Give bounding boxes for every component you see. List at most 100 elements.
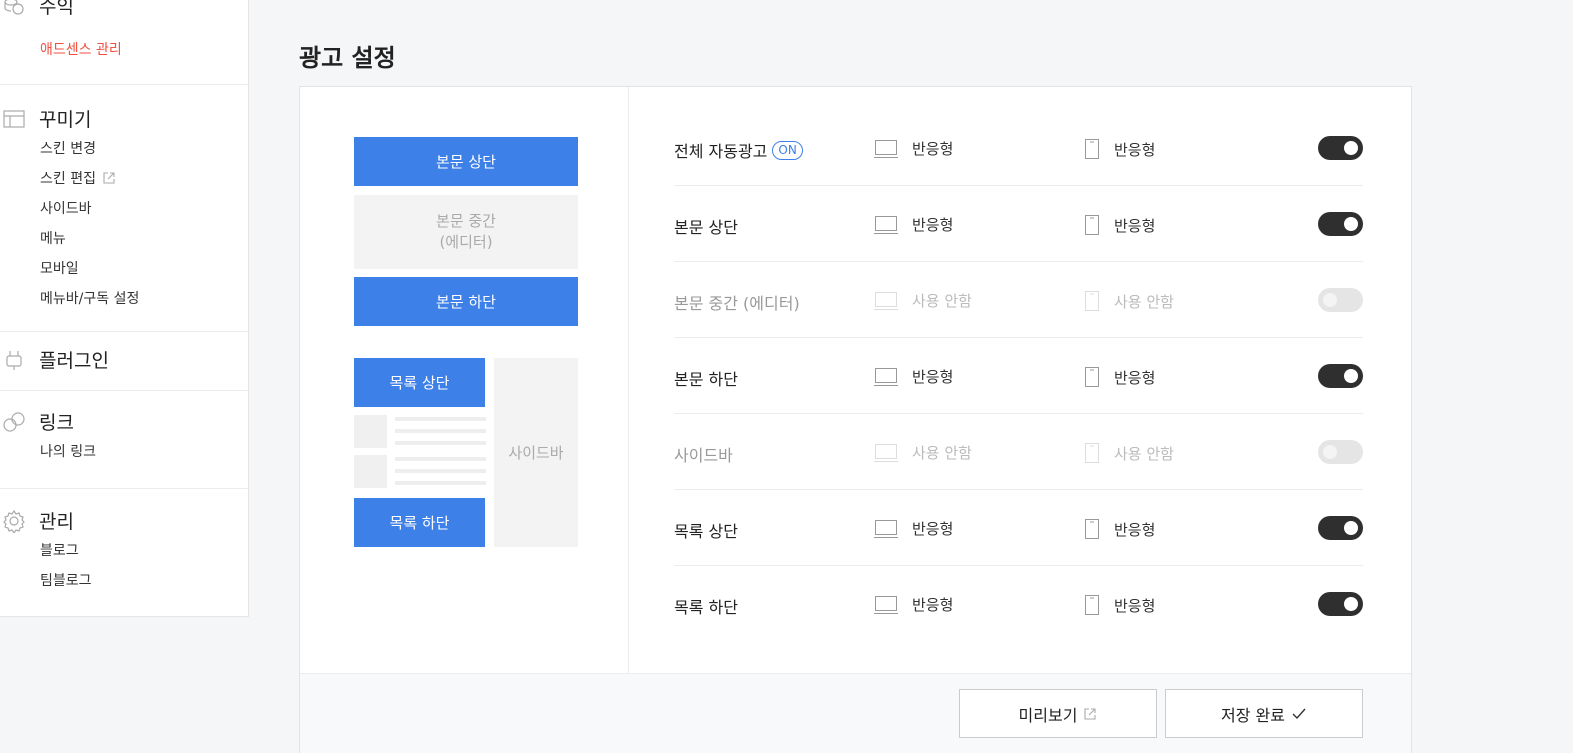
desktop-icon [874,595,898,614]
pc-ad-type-select[interactable]: 사용 안함 [874,290,972,311]
ad-setting-label: 본문 상단 [674,214,738,238]
sidebar-item-blog[interactable]: 블로그 [0,535,248,565]
pc-ad-type-select[interactable]: 반응형 [874,214,953,235]
sidebar-item-skin-edit[interactable]: 스킨 편집 [0,163,248,193]
preview-list-top[interactable]: 목록 상단 [354,358,485,407]
preview-body-top[interactable]: 본문 상단 [354,137,578,186]
pc-ad-type-select[interactable]: 반응형 [874,518,953,539]
pc-ad-type-value: 반응형 [912,140,954,158]
pc-ad-type-value: 반응형 [912,368,954,386]
ad-enable-toggle[interactable] [1318,136,1363,160]
sidebar-item-label: 애드센스 관리 [40,42,122,58]
preview-list-line [395,441,486,445]
button-label: 미리보기 [1018,705,1078,725]
pc-ad-type-select[interactable]: 반응형 [874,366,953,387]
layout-icon [3,110,25,128]
external-link-icon [103,172,115,184]
mobile-ad-type-select[interactable]: 반응형 [1084,594,1155,616]
link-icon [3,412,25,432]
sidebar-section-title: 꾸미기 [39,108,92,131]
mobile-icon [1085,519,1099,539]
ad-enable-toggle[interactable] [1318,592,1363,616]
ad-setting-name: 본문 중간 (에디터) [674,294,800,313]
mobile-icon [1085,139,1099,159]
page-title: 광고 설정 [299,44,396,72]
mobile-icon [1085,291,1099,311]
sidebar-item-label: 메뉴바/구독 설정 [40,291,140,307]
ad-enable-toggle[interactable] [1318,364,1363,388]
preview-sidebar[interactable]: 사이드바 [494,358,578,547]
sidebar-item-my-link[interactable]: 나의 링크 [0,436,248,466]
sidebar-item-label: 모바일 [40,261,79,277]
mobile-ad-type-select[interactable]: 반응형 [1084,138,1155,160]
sidebar-section-link: 링크 나의 링크 [0,391,248,489]
sidebar-item-label: 스킨 편집 [40,171,96,187]
toggle-knob [1344,217,1358,231]
sidebar-item-sidebar[interactable]: 사이드바 [0,193,248,223]
sidebar-section-header[interactable]: 꾸미기 [0,103,248,133]
ad-setting-label: 본문 하단 [674,366,738,390]
sidebar-item-team-blog[interactable]: 팀블로그 [0,565,248,595]
sidebar-section-plugin: 플러그인 [0,332,248,391]
desktop-icon [874,519,898,538]
ad-setting-name: 본문 상단 [674,218,738,237]
pc-ad-type-select[interactable]: 반응형 [874,138,953,159]
mobile-ad-type-value: 반응형 [1114,140,1156,159]
sidebar-item-skin-change[interactable]: 스킨 변경 [0,133,248,163]
ad-enable-toggle[interactable] [1318,440,1363,464]
sidebar-section-title: 링크 [39,411,74,434]
sidebar-section-header[interactable]: 플러그인 [0,344,248,374]
preview-button[interactable]: 미리보기 [959,689,1157,738]
sidebar-item-mobile[interactable]: 모바일 [0,253,248,283]
toggle-knob [1344,141,1358,155]
ad-setting-row: 본문 중간 (에디터) 사용 안함 사용 안함 [674,262,1363,338]
sidebar-item-label: 팀블로그 [40,573,92,589]
sidebar-section-header[interactable]: 관리 [0,505,248,535]
plug-icon [6,351,22,370]
mobile-ad-type-select[interactable]: 반응형 [1084,366,1155,388]
preview-list-bottom[interactable]: 목록 하단 [354,498,485,547]
mobile-ad-type-select[interactable]: 반응형 [1084,214,1155,236]
sidebar-section-header[interactable]: 링크 [0,406,248,436]
sidebar-item-label: 메뉴 [40,231,66,247]
ad-setting-name: 전체 자동광고 [674,142,768,161]
toggle-knob [1344,597,1358,611]
pc-ad-type-select[interactable]: 반응형 [874,594,953,615]
preview-list-thumb [354,415,387,448]
ad-setting-name: 본문 하단 [674,370,738,389]
desktop-icon [874,291,898,310]
save-button[interactable]: 저장 완료 [1165,689,1363,738]
ad-setting-row: 전체 자동광고 ON 반응형 반응형 [674,110,1363,186]
mobile-ad-type-select[interactable]: 사용 안함 [1084,290,1174,312]
ad-enable-toggle[interactable] [1318,212,1363,236]
desktop-icon [874,367,898,386]
sidebar-section-header[interactable]: 수익 [0,0,248,20]
sidebar-item-adsense[interactable]: 애드센스 관리 [0,34,248,64]
mobile-ad-type-value: 반응형 [1114,520,1156,539]
preview-body-bottom[interactable]: 본문 하단 [354,277,578,326]
ad-setting-name: 사이드바 [674,446,733,465]
preview-body-middle[interactable]: 본문 중간 (에디터) [354,195,578,269]
ad-setting-row: 목록 하단 반응형 반응형 [674,566,1363,642]
toggle-knob [1323,293,1337,307]
ad-enable-toggle[interactable] [1318,288,1363,312]
mobile-icon [1085,367,1099,387]
button-label: 저장 완료 [1221,705,1285,725]
sidebar-item-label: 블로그 [40,543,79,559]
sidebar-item-menu[interactable]: 메뉴 [0,223,248,253]
sidebar-section-title: 수익 [39,0,74,18]
pc-ad-type-select[interactable]: 사용 안함 [874,442,972,463]
ad-setting-label: 본문 중간 (에디터) [674,290,800,314]
ad-enable-toggle[interactable] [1318,516,1363,540]
ad-setting-name: 목록 하단 [674,598,738,617]
ad-setting-row: 본문 상단 반응형 반응형 [674,186,1363,262]
auto-ad-on-badge: ON [772,140,803,160]
mobile-ad-type-select[interactable]: 반응형 [1084,518,1155,540]
mobile-icon [1085,443,1099,463]
sidebar-item-menubar[interactable]: 메뉴바/구독 설정 [0,283,248,313]
toggle-knob [1344,521,1358,535]
check-icon [1292,708,1306,719]
mobile-ad-type-select[interactable]: 사용 안함 [1084,442,1174,464]
preview-list-line [395,417,486,421]
ad-settings-panel: 본문 상단 본문 중간 (에디터) 본문 하단 목록 상단 목록 하단 사이드바… [299,86,1412,753]
